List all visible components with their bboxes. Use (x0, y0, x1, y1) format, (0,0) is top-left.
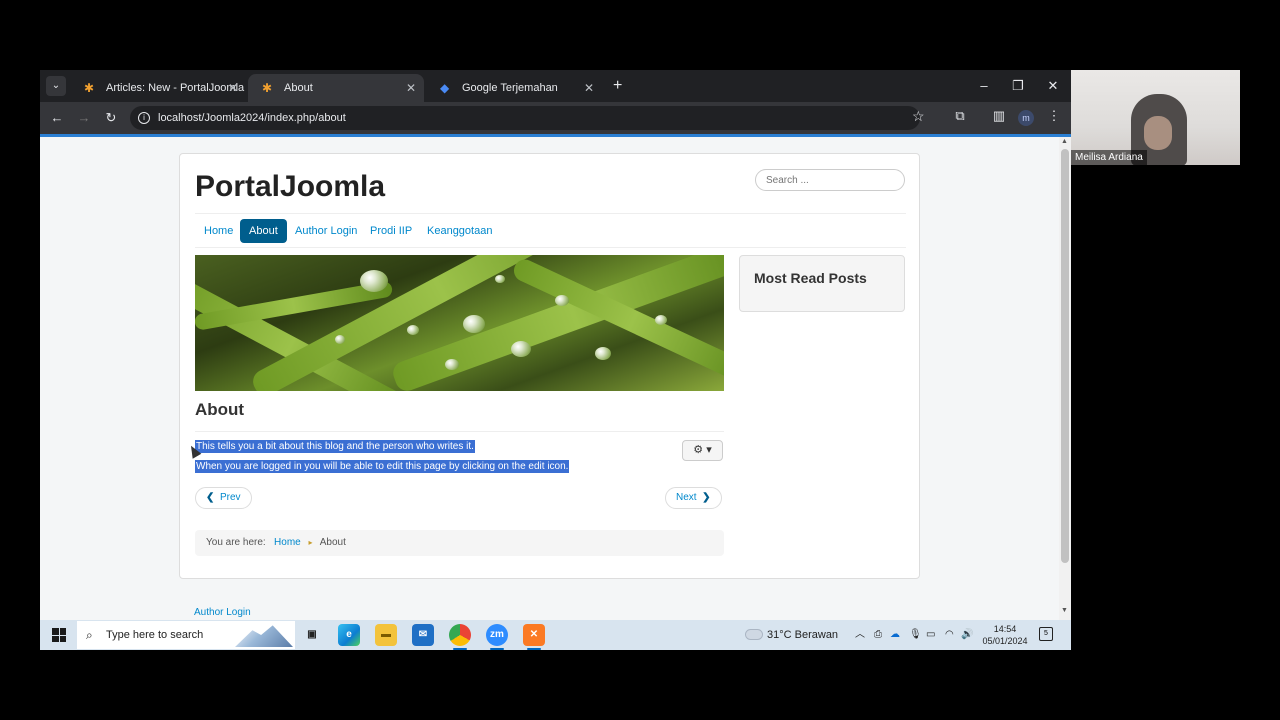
menu-item-keanggotaan[interactable]: Keanggotaan (418, 219, 501, 243)
site-brand[interactable]: PortalJoomla (195, 170, 385, 204)
close-icon[interactable]: ✕ (406, 74, 416, 102)
site-info-icon[interactable]: i (138, 112, 150, 124)
tab-title: About (284, 82, 313, 94)
battery-icon[interactable]: ▭ (926, 620, 935, 650)
joomla-icon: ✱ (84, 81, 95, 95)
next-label: Next (676, 492, 697, 503)
module-title: Most Read Posts (754, 270, 867, 286)
wifi-icon[interactable]: ◠ (945, 620, 954, 650)
webcam-overlay: Meilisa Ardiana (1071, 70, 1240, 165)
hero-image-grass-dew (195, 255, 724, 391)
edge-icon[interactable]: e (338, 624, 360, 646)
most-read-module: Most Read Posts (739, 255, 905, 312)
restore-icon[interactable]: ❐ (1003, 74, 1033, 98)
next-button[interactable]: Next ❯ (665, 487, 722, 509)
divider (195, 247, 906, 248)
onedrive-icon[interactable]: ☁ (890, 620, 900, 650)
article-paragraph-selected: This tells you a bit about this blog and… (195, 440, 475, 453)
notification-icon[interactable]: 5 (1039, 627, 1053, 641)
browser-toolbar: ← → ↻ i localhost/Joomla2024/index.php/a… (40, 102, 1071, 134)
xampp-icon[interactable]: ✕ (523, 624, 545, 650)
chevron-right-icon: ❯ (702, 492, 711, 503)
tab-search-button[interactable]: ⌄ (46, 76, 66, 96)
address-bar[interactable]: i localhost/Joomla2024/index.php/about (130, 106, 920, 130)
chrome-icon[interactable] (449, 624, 471, 650)
menu-kebab-icon[interactable]: ⋮ (1044, 108, 1064, 124)
breadcrumb-divider-icon: ▸ (308, 538, 313, 547)
window-close-icon[interactable]: ✕ (1038, 74, 1068, 98)
tab-title: Google Terjemahan (462, 82, 558, 94)
search-highlight-image (235, 625, 293, 647)
clock-date: 05/01/2024 (982, 636, 1028, 646)
url-text: localhost/Joomla2024/index.php/about (158, 112, 346, 124)
forward-icon[interactable]: → (74, 108, 94, 128)
gear-icon: ⚙ (693, 444, 704, 456)
menu-item-about[interactable]: About (240, 219, 287, 243)
participant-face (1144, 116, 1172, 150)
breadcrumb-home-link[interactable]: Home (274, 537, 301, 548)
divider (195, 431, 724, 432)
weather-widget[interactable]: 31°C Berawan (745, 620, 838, 650)
footer-author-login-link[interactable]: Author Login (194, 607, 251, 618)
search-icon: ⌕ (86, 628, 93, 642)
close-icon[interactable]: ✕ (584, 74, 594, 102)
breadcrumb: You are here: Home ▸ About (195, 530, 724, 556)
profile-avatar[interactable]: m (1018, 110, 1034, 126)
tab-google-translate[interactable]: ◆ Google Terjemahan ✕ (426, 74, 602, 102)
google-translate-icon: ◆ (440, 81, 450, 95)
tab-bar: ⌄ ✱ Articles: New - PortalJoomla - A ✕ ✱… (40, 70, 1071, 102)
side-panel-icon[interactable]: ▥ (989, 108, 1009, 124)
taskbar-search-placeholder: Type here to search (106, 629, 204, 641)
breadcrumb-prefix: You are here: (206, 537, 266, 548)
menu-item-home[interactable]: Home (195, 219, 242, 243)
site-search-input[interactable] (755, 169, 905, 191)
weather-text: 31°C Berawan (767, 629, 839, 641)
page-viewport: PortalJoomla Home About Author Login Pro… (40, 137, 1059, 620)
scroll-up-icon[interactable]: ▲ (1061, 138, 1068, 145)
joomla-icon: ✱ (262, 81, 273, 95)
scrollbar-thumb[interactable] (1061, 149, 1069, 563)
new-tab-button[interactable]: + (613, 74, 622, 98)
zoom-icon[interactable]: zm (486, 624, 508, 650)
chevron-left-icon: ❮ (206, 492, 215, 503)
windows-start-icon[interactable] (52, 628, 66, 642)
usb-icon[interactable]: ⎙ (874, 620, 882, 650)
clock-time: 14:54 (993, 624, 1017, 634)
bookmark-star-icon[interactable]: ☆ (912, 108, 925, 125)
volume-icon[interactable]: 🔊 (961, 620, 973, 650)
tray-chevron-icon[interactable]: ︿ (855, 620, 865, 650)
menu-item-prodi-iip[interactable]: Prodi IIP (361, 219, 421, 243)
taskbar-search-box[interactable]: ⌕ Type here to search (77, 621, 295, 649)
menu-item-author-login[interactable]: Author Login (286, 219, 366, 243)
close-icon[interactable]: ✕ (228, 74, 238, 102)
screen: ⌄ ✱ Articles: New - PortalJoomla - A ✕ ✱… (0, 0, 1280, 720)
participant-name: Meilisa Ardiana (1071, 150, 1147, 165)
tab-about[interactable]: ✱ About ✕ (248, 74, 424, 102)
prev-label: Prev (219, 492, 241, 503)
scroll-down-icon[interactable]: ▼ (1061, 607, 1068, 614)
browser-window: ⌄ ✱ Articles: New - PortalJoomla - A ✕ ✱… (40, 70, 1071, 650)
prev-button[interactable]: ❮ Prev (195, 487, 252, 509)
article-tools-dropdown[interactable]: ⚙ ▾ (682, 440, 723, 461)
minimize-icon[interactable]: – (969, 74, 999, 98)
microphone-icon[interactable]: 🎙 (909, 620, 922, 650)
cloud-icon (745, 629, 763, 640)
task-view-icon[interactable]: ▣ (301, 624, 323, 646)
reload-icon[interactable]: ↻ (101, 108, 121, 128)
divider (195, 213, 906, 214)
extensions-icon[interactable]: ⧉ (950, 108, 970, 124)
tab-title: Articles: New - PortalJoomla - A (106, 82, 246, 94)
article-title: About (195, 400, 245, 419)
breadcrumb-current: About (319, 537, 346, 548)
caret-down-icon: ▾ (706, 444, 712, 456)
site-container: PortalJoomla Home About Author Login Pro… (179, 153, 920, 579)
back-icon[interactable]: ← (47, 108, 67, 128)
tab-articles-new[interactable]: ✱ Articles: New - PortalJoomla - A ✕ (70, 74, 246, 102)
page-scrollbar[interactable]: ▲ ▼ (1059, 137, 1071, 620)
article-paragraph-selected: When you are logged in you will be able … (195, 460, 570, 473)
mail-icon[interactable]: ✉ (412, 624, 434, 646)
system-clock[interactable]: 14:54 05/01/2024 (980, 623, 1030, 647)
windows-taskbar: ⌕ Type here to search ▣ e ▬ ✉ zm ✕ 31°C … (40, 620, 1071, 650)
file-explorer-icon[interactable]: ▬ (375, 624, 397, 646)
